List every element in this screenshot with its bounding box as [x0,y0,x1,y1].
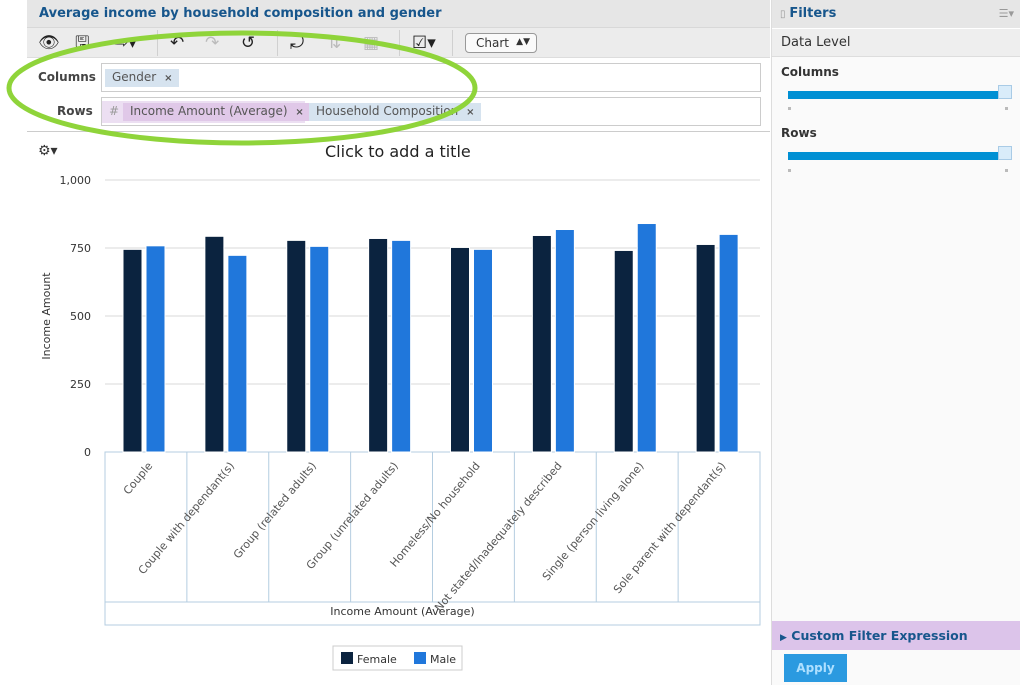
filters-header: ▯ Filters ☰▾ [772,0,1020,29]
bar-male [391,239,412,453]
bar-female [695,243,716,453]
rows-level-slider[interactable] [788,146,1012,160]
x-tick-label: Couple [121,459,156,497]
filters-title: Filters [789,6,837,21]
slider-handle[interactable] [998,146,1012,160]
legend-label: Male [430,653,456,666]
bar-male [473,248,493,453]
panel-toggle-icon[interactable]: ▯ [780,9,786,20]
y-tick-label: 750 [70,242,91,255]
bar-chart: 02505007501,000Income AmountCoupleCouple… [40,174,761,671]
slider-handle[interactable] [998,85,1012,99]
bar-male [718,233,739,453]
x-tick-label: Not stated/Inadequately described [432,460,565,614]
bar-male [636,223,657,453]
custom-filter-expression-toggle[interactable]: ▶ Custom Filter Expression [772,621,1020,650]
columns-level-slider[interactable] [788,85,1012,99]
legend-swatch-female [341,652,353,664]
legend-label: Female [357,653,397,666]
columns-level-label: Columns [781,65,839,79]
highlight-ellipse [6,30,478,146]
chart-title[interactable]: Click to add a title [325,142,471,161]
bar-male [145,245,166,453]
y-tick-label: 1,000 [60,174,92,187]
bar-female [613,249,634,453]
menu-icon[interactable]: ☰▾ [999,7,1014,20]
y-axis-title: Income Amount [40,272,53,360]
custom-filter-label: Custom Filter Expression [791,628,968,643]
bar-male [227,254,248,453]
bar-female [368,237,389,453]
data-level-header: Data Level [772,29,1020,57]
chart-settings-gear-icon[interactable]: ⚙▾ [38,143,58,159]
bar-female [204,235,225,453]
y-tick-label: 500 [70,310,91,323]
y-tick-label: 250 [70,378,91,391]
bar-female [286,239,307,453]
legend-swatch-male [414,652,426,664]
x-tick-label: Group (related adults) [231,460,319,562]
rows-level-label: Rows [781,126,817,140]
y-tick-label: 0 [84,446,91,459]
expand-arrow-icon: ▶ [780,633,787,643]
bar-male [309,245,330,453]
filters-panel: ▯ Filters ☰▾ Data Level Columns Rows ▶ C… [771,0,1020,685]
apply-button[interactable]: Apply [784,654,847,682]
bar-female [450,246,470,453]
x-axis-title: Income Amount (Average) [330,605,474,618]
bar-female [122,248,143,453]
bar-male [554,229,575,453]
bar-female [531,234,552,453]
x-tick-label: Homeless/No household [387,460,482,570]
x-tick-label: Group (unrelated adults) [304,460,401,572]
